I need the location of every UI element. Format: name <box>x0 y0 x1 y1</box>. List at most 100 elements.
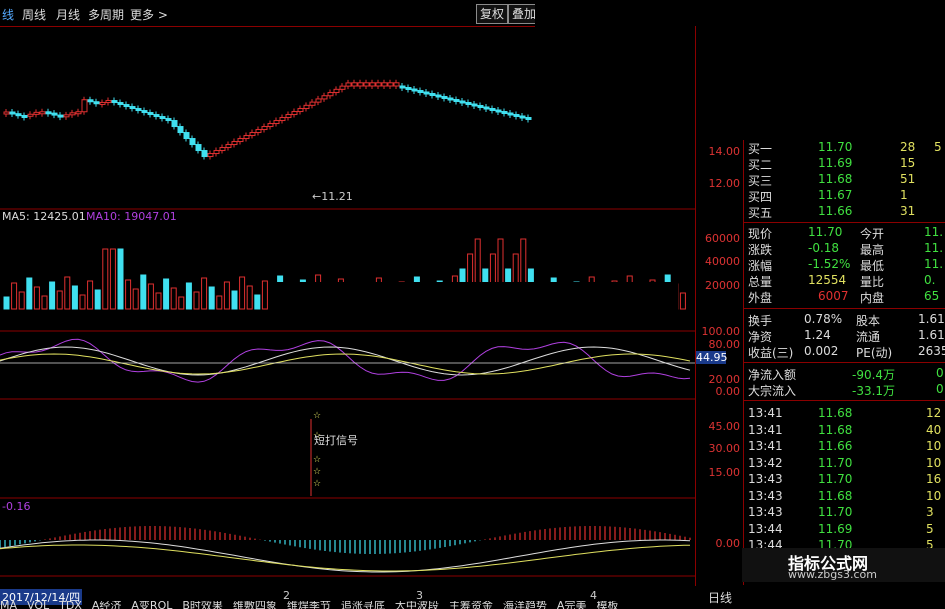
indicator-tabs: MA VOL TDX A经济 A变ROL B时效果 维敷四象 维焊季节 追涨寻底 大中波段 主筹资金… <box>0 601 695 609</box>
quote-value-2: 11. <box>924 241 944 255</box>
watermark: 指标公式网 www.zbgs3.com <box>742 548 945 582</box>
quote-label-2: 最高 <box>860 243 885 257</box>
candle-body <box>423 91 430 95</box>
fund-value: 0.002 <box>804 344 839 358</box>
bid-label: 买五 <box>748 206 773 220</box>
indicator-tab[interactable]: 追涨寻底 <box>341 601 385 609</box>
tick-price: 11.68 <box>818 488 853 503</box>
volume-bar <box>140 274 147 310</box>
candle-body <box>441 96 448 99</box>
indicator-tab[interactable]: 维敷四象 <box>233 601 277 609</box>
candle-body <box>63 114 70 118</box>
quote-row: 13:43 11.70 16 <box>744 472 945 488</box>
panel-divider <box>744 362 945 363</box>
tick-price: 11.70 <box>818 505 853 519</box>
quote-label-2: 最低 <box>860 259 885 273</box>
tab-daily-partial[interactable]: 线 <box>2 6 14 23</box>
signal-star-icon: ☆ <box>313 411 321 421</box>
volume-bar <box>87 280 94 310</box>
candle-body <box>207 153 214 158</box>
candle-body <box>159 116 166 120</box>
volume-bar <box>18 291 25 310</box>
indicator-tab[interactable]: 模板 <box>596 601 618 609</box>
indicator-tab[interactable]: 维焊季节 <box>287 601 331 609</box>
signal-axis-15: 15.00 <box>708 466 741 479</box>
bid-volume: 31 <box>900 204 916 218</box>
fund-value-2: 1.61 <box>918 312 945 326</box>
candle-body <box>315 98 322 103</box>
indicator-tab[interactable]: 大中波段 <box>395 601 439 609</box>
candle-body <box>129 106 136 110</box>
tick-volume: 3 <box>926 505 934 519</box>
volume-bar <box>147 283 154 310</box>
indicator-tab[interactable]: 主筹资金 <box>449 601 493 609</box>
volume-bar <box>193 291 200 310</box>
candle-body <box>525 117 532 120</box>
candle-body <box>477 105 484 108</box>
indicator-tab[interactable]: MA <box>0 601 17 609</box>
candle-body <box>303 104 310 110</box>
quote-value-2: 0. <box>924 273 936 287</box>
quote-row: 换手 0.78% 股本 1.61 <box>744 312 945 328</box>
more-menu[interactable]: 更多 > <box>130 6 168 23</box>
candle-body <box>105 100 112 104</box>
volume-bar <box>56 290 63 310</box>
candle-body <box>75 111 82 115</box>
signal-star-icon: ☆ <box>313 479 321 489</box>
signal-label: 短打信号 <box>314 434 358 447</box>
bid-price: 11.70 <box>818 140 853 154</box>
quote-row: 13:43 11.68 10 <box>744 489 945 505</box>
indicator-tab[interactable]: 海洋趋势 <box>503 601 547 609</box>
restore-button[interactable]: 复权 <box>476 4 509 24</box>
macd-value: -0.16 <box>2 500 31 513</box>
quote-label: 总量 <box>748 275 773 289</box>
indicator-tab[interactable]: A变ROL <box>131 601 172 609</box>
candle-body <box>297 108 304 113</box>
volume-bar <box>246 285 253 310</box>
vol-axis-60000: 60000 <box>705 232 740 245</box>
indicator-tab[interactable]: A完美 <box>557 601 587 609</box>
quote-value: 12554 <box>808 273 847 287</box>
candle-body <box>231 141 238 146</box>
candle-body <box>309 101 316 106</box>
osc-current-value: 44.95 <box>696 351 728 364</box>
quote-row: 13:43 11.70 3 <box>744 505 945 521</box>
indicator-tab[interactable]: B时效果 <box>182 601 223 609</box>
flow-value: -33.1万 <box>852 384 896 398</box>
indicator-tab[interactable]: TDX <box>59 601 82 609</box>
volume-bar <box>109 248 116 310</box>
tick-price: 11.70 <box>818 455 853 470</box>
volume-bar <box>254 294 261 310</box>
tab-multi-period[interactable]: 多周期 <box>88 6 124 23</box>
volume-bar <box>163 278 170 310</box>
tick-volume: 10 <box>926 488 942 503</box>
indicator-tab[interactable]: VOL <box>27 601 49 609</box>
quote-row: 总量 12554 量比 0. <box>744 273 945 289</box>
oscillator-lines <box>0 338 691 383</box>
tick-time: 13:41 <box>748 422 783 437</box>
candle-body <box>489 108 496 111</box>
fund-value: 0.78% <box>804 312 843 326</box>
tab-monthly[interactable]: 月线 <box>56 6 80 23</box>
candle-body <box>249 132 256 137</box>
bid-volume: 1 <box>900 188 908 202</box>
low-price-value: 11.21 <box>321 190 353 203</box>
candle-body <box>141 110 148 114</box>
quote-label: 涨幅 <box>748 259 773 273</box>
candle-body <box>273 120 280 125</box>
flow-value: -90.4万 <box>852 368 896 382</box>
quote-row: 外盘 6007 内盘 65 <box>744 289 945 305</box>
quote-label: 现价 <box>748 227 773 241</box>
volume-bar <box>231 290 238 310</box>
indicator-tab[interactable]: A经济 <box>92 601 122 609</box>
ma5-legend: MA5: 12425.01 <box>2 210 86 223</box>
bid-extra: 5 <box>934 140 942 154</box>
quote-value-2: 65 <box>924 289 940 303</box>
tab-weekly[interactable]: 周线 <box>22 6 46 23</box>
candle-body <box>27 113 34 117</box>
candle-body <box>111 100 118 104</box>
volume-bar <box>239 276 246 310</box>
bid-price: 11.69 <box>818 156 853 170</box>
quote-label: 外盘 <box>748 291 773 305</box>
flow-extra: 0 <box>936 382 944 396</box>
